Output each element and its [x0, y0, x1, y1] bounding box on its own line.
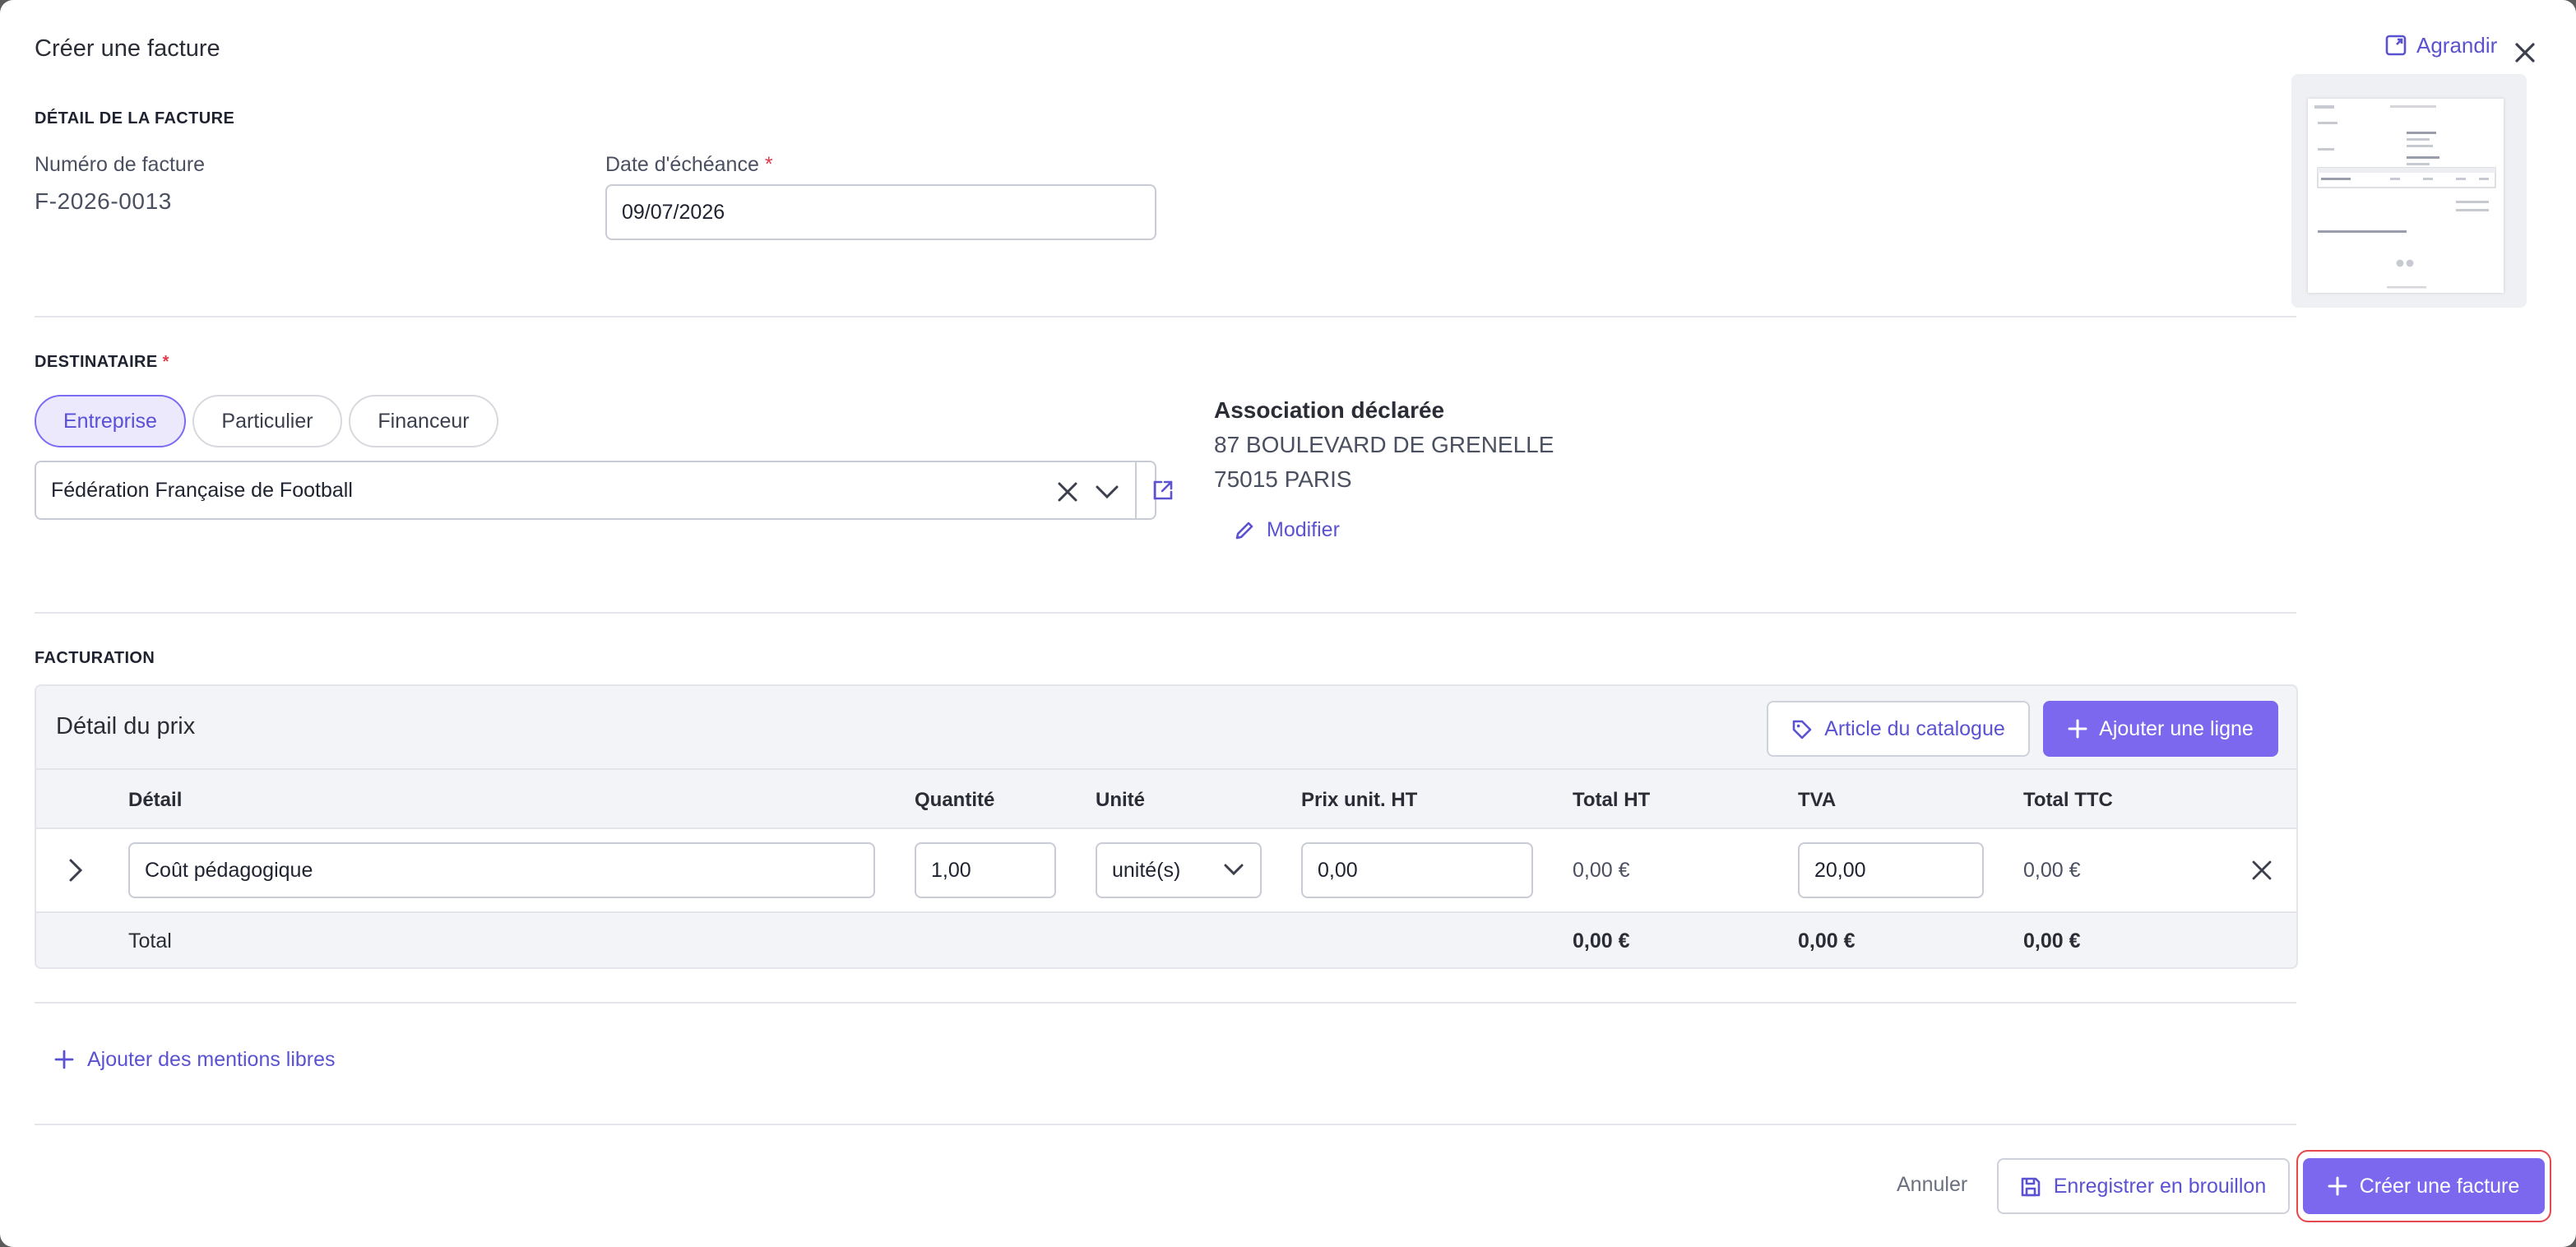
required-mark: * — [764, 153, 773, 176]
recipient-address-name: Association déclarée — [1214, 396, 1445, 423]
cancel-button[interactable]: Annuler — [1897, 1173, 1967, 1196]
add-free-mentions-button[interactable]: Ajouter des mentions libres — [54, 1048, 336, 1071]
pencil-icon — [1234, 519, 1255, 540]
line-tva-input[interactable]: 20,00 — [1798, 842, 1984, 898]
required-mark: * — [162, 354, 169, 372]
line-quantity-input[interactable]: 1,00 — [915, 842, 1056, 898]
section-billing: FACTURATION — [35, 650, 155, 668]
plus-icon — [2068, 719, 2087, 739]
chevron-down-icon — [1222, 860, 1245, 880]
line-tva-value: 20,00 — [1814, 859, 1866, 882]
table-header: Détail Quantité Unité Prix unit. HT Tota… — [36, 768, 2296, 827]
recipient-select[interactable]: Fédération Française de Football — [35, 461, 1173, 520]
close-icon[interactable] — [2510, 38, 2540, 67]
section-recipient-text: DESTINATAIRE — [35, 354, 158, 372]
price-detail-title: Détail du prix — [56, 714, 196, 740]
preview-page — [2308, 99, 2504, 293]
line-unit-value: unité(s) — [1112, 859, 1181, 882]
column-header-quantity: Quantité — [915, 788, 995, 811]
due-date-value: 09/07/2026 — [622, 201, 725, 224]
line-total-ttc: 0,00 € — [2023, 859, 2081, 882]
divider — [35, 1002, 2296, 1004]
expand-label: Agrandir — [2416, 33, 2498, 58]
create-invoice-button[interactable]: Créer une facture — [2303, 1158, 2545, 1214]
section-recipient: DESTINATAIRE * — [35, 354, 169, 372]
column-header-unit: Unité — [1096, 788, 1145, 811]
column-header-tva: TVA — [1798, 788, 1837, 811]
due-date-field[interactable]: 09/07/2026 — [605, 184, 1156, 240]
combo-separator — [1135, 462, 1137, 518]
catalog-article-label: Article du catalogue — [1824, 717, 2005, 740]
column-header-unit-price: Prix unit. HT — [1301, 788, 1418, 811]
create-invoice-modal: Créer une facture Agrandir DÉTAIL DE LA … — [0, 0, 2576, 1247]
expand-button[interactable]: Agrandir — [2385, 33, 2497, 58]
recipient-type-financeur[interactable]: Financeur — [349, 395, 498, 447]
table-totals-row: Total 0,00 € 0,00 € 0,00 € — [36, 913, 2296, 967]
divider — [35, 316, 2296, 318]
table-row: Coût pédagogique 1,00 unité(s) 0,00 0,00… — [36, 827, 2296, 913]
invoice-number-value: F-2026-0013 — [35, 188, 172, 214]
clear-icon[interactable] — [1056, 480, 1079, 503]
save-icon — [2021, 1175, 2042, 1197]
chevron-down-icon[interactable] — [1094, 480, 1120, 503]
plus-icon — [54, 1050, 74, 1069]
column-header-total-ttc: Total TTC — [2023, 788, 2113, 811]
due-date-label-text: Date d'échéance — [605, 153, 759, 176]
section-invoice-detail: DÉTAIL DE LA FACTURE — [35, 110, 235, 128]
save-draft-button[interactable]: Enregistrer en brouillon — [1997, 1158, 2290, 1214]
plus-icon — [2328, 1176, 2348, 1196]
delete-line-icon[interactable] — [2252, 860, 2272, 880]
divider — [35, 1124, 2296, 1125]
due-date-label: Date d'échéance * — [605, 153, 773, 176]
external-link-icon[interactable] — [1151, 479, 1174, 502]
price-detail-panel: Détail du prix Article du catalogue Ajou… — [35, 684, 2298, 969]
recipient-type-particulier[interactable]: Particulier — [192, 395, 342, 447]
recipient-select-value: Fédération Française de Football — [51, 479, 353, 502]
catalog-article-button[interactable]: Article du catalogue — [1767, 701, 2030, 757]
totals-tva: 0,00 € — [1798, 929, 1856, 953]
edit-address-button[interactable]: Modifier — [1234, 518, 1340, 541]
totals-total-ht: 0,00 € — [1573, 929, 1630, 953]
line-total-ht: 0,00 € — [1573, 859, 1630, 882]
save-draft-label: Enregistrer en brouillon — [2053, 1175, 2267, 1198]
line-unit-select[interactable]: unité(s) — [1096, 842, 1262, 898]
divider — [35, 612, 2296, 614]
create-invoice-label: Créer une facture — [2359, 1175, 2520, 1198]
modal-title: Créer une facture — [35, 36, 220, 63]
line-detail-input[interactable]: Coût pédagogique — [128, 842, 875, 898]
column-header-total-ht: Total HT — [1573, 788, 1651, 811]
line-unit-price-input[interactable]: 0,00 — [1301, 842, 1533, 898]
recipient-address-line1: 87 BOULEVARD DE GRENELLE — [1214, 431, 1554, 457]
recipient-address-line2: 75015 PARIS — [1214, 466, 1352, 492]
totals-label: Total — [128, 929, 172, 953]
add-line-button[interactable]: Ajouter une ligne — [2043, 701, 2278, 757]
tag-icon — [1791, 718, 1813, 739]
recipient-type-entreprise[interactable]: Entreprise — [35, 395, 186, 447]
expand-icon — [2385, 35, 2407, 56]
line-unit-price-value: 0,00 — [1318, 859, 1358, 882]
totals-total-ttc: 0,00 € — [2023, 929, 2081, 953]
line-quantity-value: 1,00 — [931, 859, 971, 882]
edit-address-label: Modifier — [1267, 518, 1340, 541]
chevron-right-icon[interactable] — [66, 857, 86, 883]
column-header-detail: Détail — [128, 788, 183, 811]
invoice-number-label: Numéro de facture — [35, 153, 206, 176]
add-free-mentions-label: Ajouter des mentions libres — [87, 1048, 336, 1071]
add-line-label: Ajouter une ligne — [2099, 717, 2254, 740]
invoice-preview-thumbnail[interactable] — [2291, 74, 2527, 308]
line-detail-value: Coût pédagogique — [145, 859, 313, 882]
